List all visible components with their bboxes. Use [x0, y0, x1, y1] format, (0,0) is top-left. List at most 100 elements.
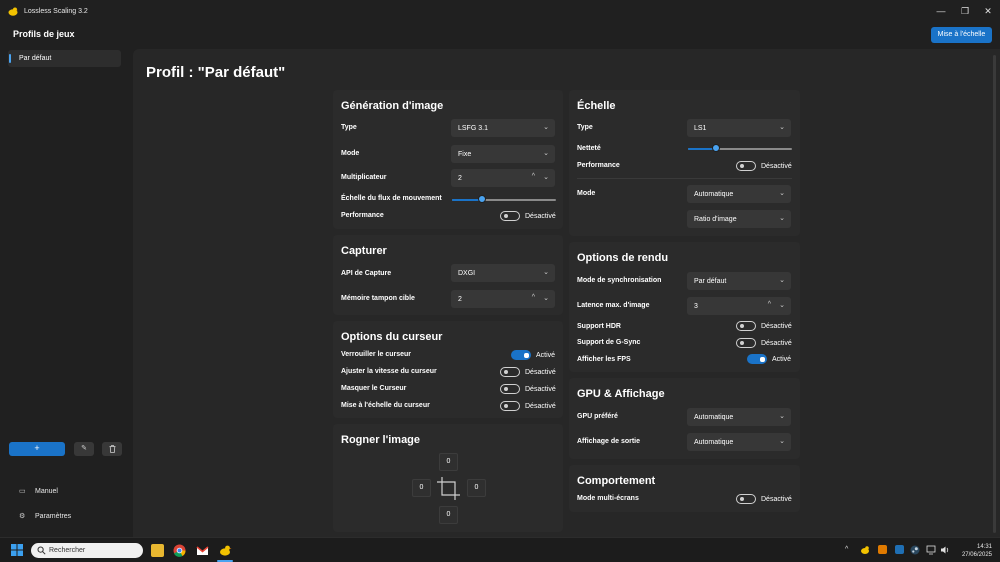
- crop-right-input[interactable]: 0: [467, 479, 486, 497]
- scaling-mode-label: Mode: [577, 190, 596, 197]
- chevron-down-icon[interactable]: ⌄: [543, 173, 549, 181]
- delete-profile-button[interactable]: [102, 442, 122, 456]
- gsync-toggle[interactable]: [736, 338, 756, 348]
- crop-icon: [437, 477, 460, 500]
- crop-left-input[interactable]: 0: [412, 479, 431, 497]
- trash-icon: [109, 445, 115, 453]
- clock-date: 27/06/2025: [961, 552, 992, 558]
- lock-cursor-toggle[interactable]: [511, 350, 531, 360]
- card-title: Comportement: [577, 475, 656, 487]
- chevron-up-icon[interactable]: ^: [845, 546, 848, 553]
- chevron-down-icon[interactable]: ⌄: [543, 294, 549, 302]
- taskbar-search[interactable]: Rechercher: [31, 543, 143, 558]
- sidebar-item-default[interactable]: Par défaut: [8, 50, 121, 67]
- multi-screen-label: Mode multi-écrans: [577, 495, 639, 502]
- cursor-row-label: Masquer le Curseur: [341, 385, 407, 392]
- lossless-scaling-taskbar-icon[interactable]: [219, 544, 232, 557]
- chevron-down-icon[interactable]: ⌄: [779, 301, 785, 309]
- toggle-state: Activé: [536, 352, 556, 359]
- wifi-icon[interactable]: [926, 545, 936, 555]
- cursor-speed-toggle[interactable]: [500, 367, 520, 377]
- taskbar: Rechercher ^ 14:31 27/06/2025: [0, 537, 1000, 562]
- file-explorer-icon[interactable]: [151, 544, 164, 557]
- scaling-type-label: Type: [577, 124, 593, 131]
- card-title: GPU & Affichage: [577, 388, 665, 400]
- capture-api-label: API de Capture: [341, 270, 392, 277]
- sync-mode-dropdown[interactable]: Par défaut ⌄: [687, 272, 791, 290]
- orange-app-tray-icon[interactable]: [878, 545, 887, 554]
- toggle-knob: [504, 370, 508, 374]
- gsync-label: Support de G-Sync: [577, 339, 641, 346]
- duck-logo-icon: [8, 7, 18, 16]
- scaling-performance-toggle[interactable]: [736, 161, 756, 171]
- gpu-display-card: GPU & Affichage GPU préféré Automatique ⌄…: [569, 378, 800, 459]
- maximize-button[interactable]: ❐: [954, 4, 976, 18]
- slider-thumb[interactable]: [712, 144, 720, 152]
- toggle-state: Désactivé: [525, 369, 556, 376]
- dropdown-value: LSFG 3.1: [458, 125, 488, 132]
- output-display-dropdown[interactable]: Automatique ⌄: [687, 433, 791, 451]
- crop-top-input[interactable]: 0: [439, 453, 458, 471]
- profiles-header: Profils de jeux: [13, 29, 75, 39]
- scrollbar[interactable]: [993, 55, 996, 533]
- close-button[interactable]: ✕: [977, 4, 999, 18]
- hide-cursor-toggle[interactable]: [500, 384, 520, 394]
- dropdown-value: Par défaut: [694, 278, 727, 285]
- hdr-toggle[interactable]: [736, 321, 756, 331]
- lossless-tray-icon[interactable]: [860, 545, 870, 555]
- multiplier-stepper[interactable]: 2 ^ ⌄: [451, 169, 555, 187]
- dropdown-value: LS1: [694, 125, 707, 132]
- toggle-knob: [504, 214, 508, 218]
- toggle-state: Désactivé: [525, 386, 556, 393]
- scale-button[interactable]: Mise à l'échelle: [931, 27, 992, 43]
- chrome-icon[interactable]: [173, 544, 186, 557]
- scale-cursor-toggle[interactable]: [500, 401, 520, 411]
- blue-app-tray-icon[interactable]: [895, 545, 904, 554]
- card-title: Options de rendu: [577, 252, 669, 264]
- windows-start-icon[interactable]: [11, 544, 23, 556]
- chevron-down-icon: ⌄: [779, 413, 785, 420]
- chevron-up-icon[interactable]: ^: [768, 301, 771, 308]
- capture-api-dropdown[interactable]: DXGI ⌄: [451, 264, 555, 282]
- crop-bottom-input[interactable]: 0: [439, 506, 458, 524]
- chevron-up-icon[interactable]: ^: [532, 294, 535, 301]
- card-title: Capturer: [341, 245, 387, 257]
- toggle-knob: [740, 324, 744, 328]
- gen-performance-toggle[interactable]: [500, 211, 520, 221]
- fps-toggle[interactable]: [747, 354, 767, 364]
- steam-icon[interactable]: [910, 545, 920, 555]
- gen-mode-dropdown[interactable]: Fixe ⌄: [451, 145, 555, 163]
- gpu-label: GPU préféré: [577, 413, 618, 420]
- toggle-knob: [504, 404, 508, 408]
- card-title: Rogner l'image: [341, 434, 421, 446]
- edit-profile-button[interactable]: ✎: [74, 442, 94, 456]
- scaling-card: Échelle Type LS1 ⌄ Netteté Performance Dé…: [569, 90, 800, 236]
- manual-link[interactable]: ▭ Manuel: [19, 487, 58, 495]
- dropdown-value: Automatique: [694, 439, 734, 446]
- chevron-up-icon[interactable]: ^: [532, 173, 535, 180]
- latency-stepper[interactable]: 3 ^ ⌄: [687, 297, 791, 315]
- gpu-dropdown[interactable]: Automatique ⌄: [687, 408, 791, 426]
- cursor-options-card: Options du curseur Verrouiller le curseu…: [333, 321, 563, 418]
- settings-link[interactable]: ⚙ Paramètres: [19, 512, 71, 520]
- scaling-type-dropdown[interactable]: LS1 ⌄: [687, 119, 791, 137]
- chevron-down-icon: ⌄: [543, 150, 549, 157]
- add-profile-button[interactable]: +: [9, 442, 65, 456]
- chevron-down-icon: ⌄: [543, 269, 549, 276]
- card-title: Échelle: [577, 100, 616, 112]
- clock[interactable]: 14:31 27/06/2025: [957, 543, 992, 559]
- multi-screen-toggle[interactable]: [736, 494, 756, 504]
- behavior-card: Comportement Mode multi-écrans Désactivé: [569, 465, 800, 512]
- gmail-icon[interactable]: [196, 544, 209, 557]
- volume-icon[interactable]: [940, 545, 950, 555]
- toggle-state: Désactivé: [525, 403, 556, 410]
- scaling-mode-dropdown[interactable]: Automatique ⌄: [687, 185, 791, 203]
- stepper-value: 2: [458, 296, 462, 303]
- flow-scale-label: Échelle du flux de mouvement: [341, 195, 442, 202]
- slider-thumb[interactable]: [478, 195, 486, 203]
- buffer-stepper[interactable]: 2 ^ ⌄: [451, 290, 555, 308]
- aspect-ratio-dropdown[interactable]: Ratio d'image ⌄: [687, 210, 791, 228]
- gen-type-dropdown[interactable]: LSFG 3.1 ⌄: [451, 119, 555, 137]
- chevron-down-icon: ⌄: [543, 124, 549, 131]
- minimize-button[interactable]: —: [930, 4, 952, 18]
